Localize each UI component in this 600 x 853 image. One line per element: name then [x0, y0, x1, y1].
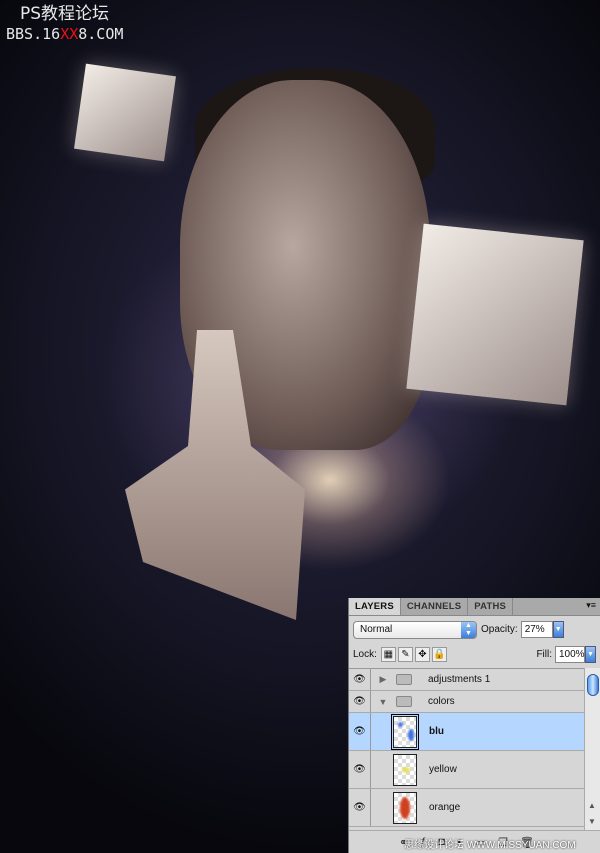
fill-label: Fill:	[536, 648, 552, 660]
eye-icon[interactable]: 👁	[349, 691, 371, 712]
layer-thumbnail	[391, 713, 419, 750]
bottom-watermark: 思缘设计论坛 WWW.MISSYUAN.COM	[404, 840, 576, 851]
lock-transparent-icon[interactable]: ▦	[380, 646, 396, 662]
layer-blu[interactable]: 👁 blu	[349, 713, 584, 751]
lock-position-icon[interactable]: ✥	[414, 646, 430, 662]
astronaut-cube-small	[74, 63, 176, 162]
folder-icon	[396, 674, 412, 685]
fill-dropdown[interactable]: ▼	[585, 645, 596, 663]
watermark-url: BBS.16XX8.COM	[6, 24, 123, 44]
opacity-label: Opacity:	[481, 624, 518, 635]
opacity-input[interactable]: 27%	[520, 621, 553, 638]
scroll-down-icon[interactable]: ▼	[588, 817, 596, 826]
layer-name: yellow	[429, 764, 457, 775]
collapse-triangle-icon[interactable]: ▼	[374, 697, 392, 707]
lock-image-icon[interactable]: ✎	[397, 646, 413, 662]
blend-mode-select[interactable]: Normal ▲ ▼	[353, 620, 477, 639]
tab-layers[interactable]: LAYERS	[349, 598, 401, 615]
layer-thumbnail	[393, 753, 417, 786]
watermark-url-part: 8.COM	[78, 25, 124, 43]
tab-channels[interactable]: CHANNELS	[401, 598, 469, 615]
watermark-url-red-part: XX	[60, 25, 79, 43]
eye-icon[interactable]: 👁	[349, 669, 371, 690]
layers-list: 👁 ▶ adjustments 1 👁 ▼ colors 👁 blu 👁 yel…	[349, 668, 584, 830]
lock-label: Lock:	[353, 648, 377, 660]
watermark-title: PS教程论坛	[20, 4, 110, 24]
updown-icon: ▲ ▼	[461, 621, 476, 638]
layer-yellow[interactable]: 👁 yellow	[349, 751, 584, 789]
astronaut-cube-large	[406, 223, 584, 406]
tab-paths[interactable]: PATHS	[468, 598, 514, 615]
layer-orange[interactable]: 👁 orange	[349, 789, 584, 827]
fill-input[interactable]: 100%	[555, 645, 585, 663]
eye-icon[interactable]: 👁	[349, 789, 371, 826]
eye-icon[interactable]: 👁	[349, 751, 371, 788]
layer-group-adjustments[interactable]: 👁 ▶ adjustments 1	[349, 669, 584, 691]
panel-bottom-bar: ⚭ ƒ ◘ ◐ ▭ ❐ 🗑 思缘设计论坛 WWW.MISSYUAN.COM	[349, 830, 600, 853]
layer-name: adjustments 1	[428, 674, 491, 685]
watermark: PS教程论坛 BBS.16XX8.COM	[6, 4, 123, 44]
layer-name: blu	[429, 726, 444, 737]
watermark-url-part: BBS.16	[6, 25, 61, 43]
lock-all-icon[interactable]: 🔒	[431, 646, 447, 662]
blend-mode-value: Normal	[360, 623, 393, 635]
folder-icon	[396, 696, 412, 707]
layer-thumbnail	[393, 791, 417, 824]
layer-name: orange	[429, 802, 461, 813]
layers-panel: LAYERS CHANNELS PATHS ▾≡ Normal ▲ ▼ Opacit…	[348, 598, 600, 853]
layer-name: colors	[428, 696, 455, 707]
expand-triangle-icon[interactable]: ▶	[374, 674, 392, 685]
scrollbar-thumb[interactable]	[587, 674, 599, 696]
eye-icon[interactable]: 👁	[349, 713, 371, 750]
opacity-dropdown[interactable]: ▼	[552, 621, 564, 638]
scroll-up-icon[interactable]: ▲	[588, 801, 596, 810]
layers-scrollbar[interactable]: ▲ ▼	[584, 668, 600, 830]
layer-group-colors[interactable]: 👁 ▼ colors	[349, 691, 584, 713]
panel-menu-icon[interactable]: ▾≡	[582, 598, 600, 615]
